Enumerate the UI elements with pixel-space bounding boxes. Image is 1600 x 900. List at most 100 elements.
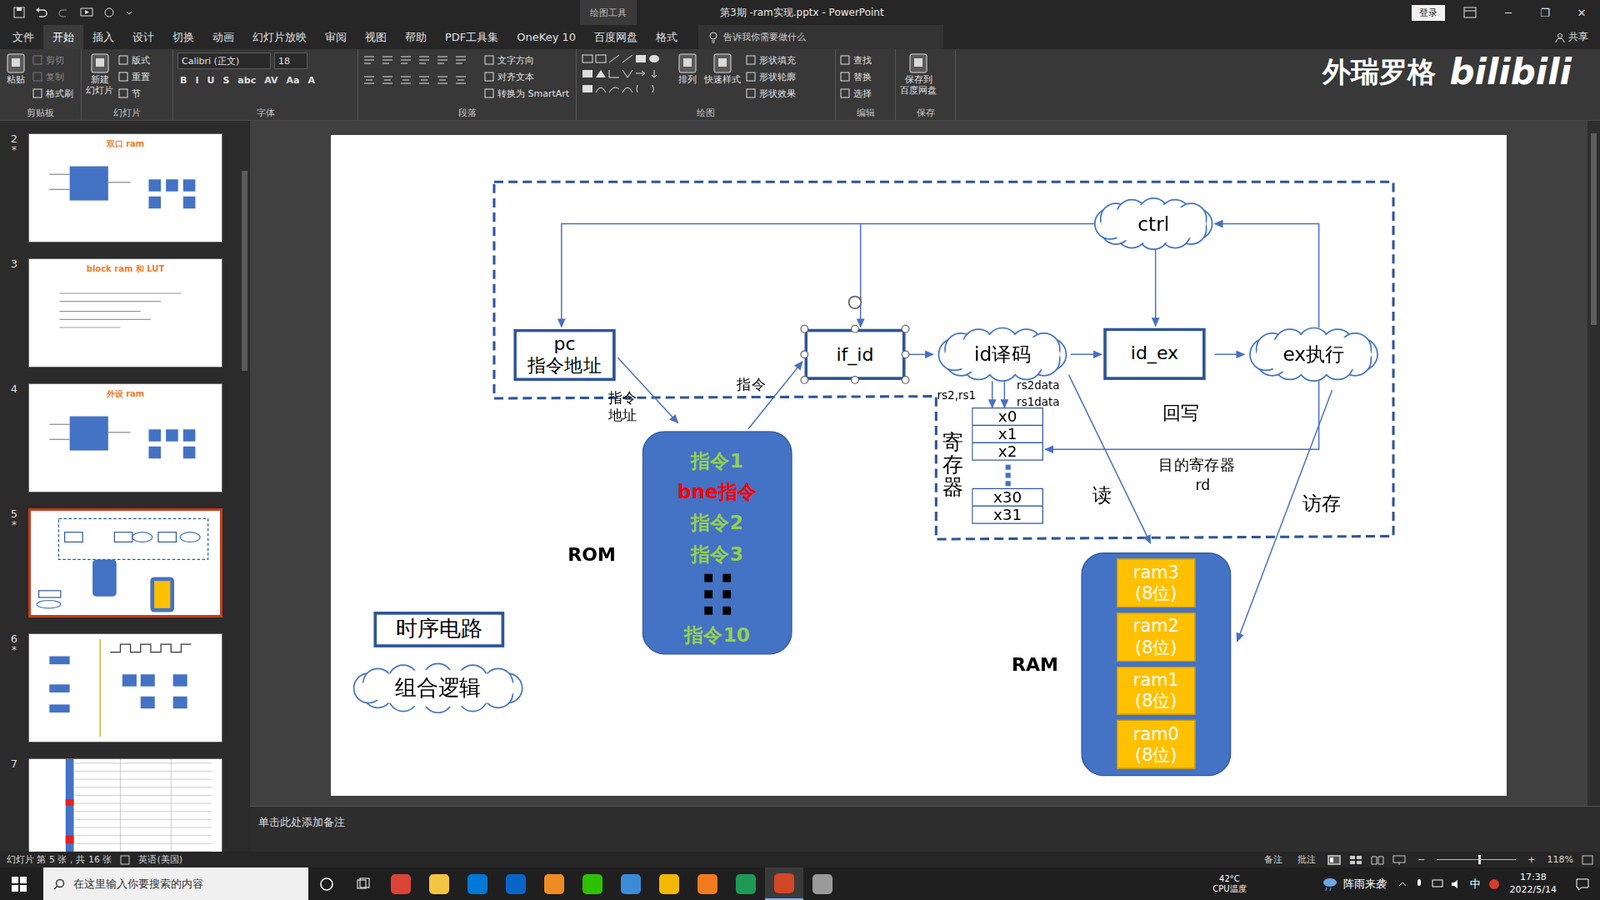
slide-thumbnail[interactable] <box>28 633 223 743</box>
connector-arrow[interactable] <box>1215 354 1245 355</box>
zoom-level[interactable]: 118% <box>1547 854 1574 865</box>
ribbon-large-button[interactable]: 保存到百度网盘 <box>900 52 937 96</box>
microphone-icon[interactable] <box>1414 878 1425 890</box>
logic-cloud[interactable]: ctrl <box>1095 198 1213 250</box>
ribbon-small-button[interactable]: 替换 <box>840 69 872 85</box>
register-box[interactable]: pc 指令地址 <box>513 329 615 381</box>
connector-arrow[interactable] <box>1045 380 1319 450</box>
present-icon[interactable] <box>80 6 94 19</box>
notes-toggle[interactable]: 备注 <box>1260 853 1286 866</box>
notification-icon[interactable] <box>1575 876 1590 892</box>
taskbar-app[interactable] <box>573 867 612 900</box>
connector-arrow[interactable] <box>1215 224 1320 329</box>
logic-cloud[interactable]: id译码 <box>938 327 1066 381</box>
thumbnail-row[interactable]: 7 <box>0 758 240 852</box>
connector-arrow[interactable] <box>1155 249 1156 326</box>
normal-view-icon[interactable] <box>1327 855 1341 865</box>
thumbnails-scrollbar[interactable] <box>239 120 250 852</box>
paragraph-icons[interactable] <box>362 52 480 95</box>
taskbar-app[interactable] <box>803 867 842 900</box>
thumbnail-row[interactable]: 2 * 双口 ram <box>0 133 240 259</box>
customize-icon[interactable] <box>125 6 134 19</box>
connector-arrow[interactable] <box>860 224 861 328</box>
ribbon-large-button[interactable]: 粘贴 <box>4 52 28 85</box>
taskbar-app[interactable] <box>535 867 574 900</box>
redo-icon[interactable] <box>58 6 70 19</box>
register-box[interactable]: id_ex <box>1103 327 1205 380</box>
rom-block[interactable]: 指令1bne指令指令2指令3指令10 <box>642 430 793 655</box>
thumbnail-row[interactable]: 4 外设 ram <box>0 383 240 509</box>
slide-thumbnail[interactable]: 双口 ram <box>28 133 223 243</box>
antivirus-icon[interactable] <box>1488 878 1500 890</box>
ribbon-tab[interactable]: PDF工具集 <box>435 25 508 50</box>
ribbon-tab[interactable]: 格式 <box>646 25 687 50</box>
ribbon-tab[interactable]: 视图 <box>355 25 396 50</box>
ribbon-tab[interactable]: 审阅 <box>315 25 356 50</box>
ribbon-large-button[interactable]: 新建幻灯片 <box>85 52 114 96</box>
ram-block[interactable]: ram3(8位)ram2(8位)ram1(8位)ram0(8位) <box>1080 552 1231 776</box>
font-style-button[interactable]: I <box>192 74 201 87</box>
ribbon-small-button[interactable]: 查找 <box>840 52 872 68</box>
ribbon-small-button[interactable]: 对齐文本 <box>484 69 570 85</box>
ribbon-tab[interactable]: 插入 <box>83 25 124 50</box>
font-style-button[interactable]: AV <box>261 74 280 87</box>
taskbar-app[interactable] <box>765 867 804 900</box>
weather[interactable]: 阵雨来袭 <box>1321 876 1387 892</box>
windows-start-icon[interactable] <box>11 876 27 892</box>
connector-arrow[interactable] <box>1069 375 1151 544</box>
cloud-shape[interactable] <box>354 663 523 713</box>
touch-mode-icon[interactable] <box>103 6 115 19</box>
ribbon-small-button[interactable]: 剪切 <box>32 52 74 68</box>
ribbon-small-button[interactable]: 形状效果 <box>745 85 796 101</box>
taskbar-app[interactable] <box>611 867 650 900</box>
save-icon[interactable] <box>13 6 25 19</box>
task-view-icon[interactable] <box>355 875 372 893</box>
ribbon-small-button[interactable]: 形状轮廓 <box>745 69 796 85</box>
legend-sequential[interactable]: 时序电路 <box>373 611 505 648</box>
zoom-slider[interactable] <box>1436 859 1516 860</box>
ribbon-tab[interactable]: OneKey 10 <box>507 25 585 50</box>
font-style-button[interactable]: B <box>177 74 190 87</box>
connector-arrow[interactable] <box>1004 380 1005 408</box>
window-control-button[interactable]: ❐ <box>1526 0 1564 25</box>
thumbnail-row[interactable]: 6 * <box>0 633 240 759</box>
slide-canvas[interactable]: ctrlid译码ex执行 pc 指令地址if_id id_ex 指令地址指令rs… <box>330 135 1507 796</box>
font-style-button[interactable]: Aa <box>283 74 302 87</box>
ribbon-small-button[interactable]: 格式刷 <box>32 85 74 101</box>
network-icon[interactable] <box>1431 878 1444 890</box>
taskbar-app[interactable] <box>496 867 535 900</box>
undo-icon[interactable] <box>35 6 49 19</box>
ribbon-tab[interactable]: 开始 <box>43 25 84 50</box>
ribbon-small-button[interactable]: 文字方向 <box>484 52 570 68</box>
share-button[interactable]: 共享 <box>1543 25 1600 50</box>
reading-view-icon[interactable] <box>1370 855 1385 865</box>
zoom-in-button[interactable]: + <box>1524 854 1539 865</box>
slide-thumbnail[interactable]: block ram 和 LUT <box>28 258 223 368</box>
cpu-temperature[interactable]: 42°CCPU温度 <box>1212 874 1246 895</box>
slideshow-icon[interactable] <box>1392 855 1406 865</box>
slide-thumbnail[interactable] <box>28 508 223 618</box>
taskbar-app[interactable] <box>650 867 689 900</box>
login-button[interactable]: 登录 <box>1411 5 1445 21</box>
input-method[interactable]: 中 <box>1470 876 1481 892</box>
ribbon-large-button[interactable]: 排列 <box>675 52 700 85</box>
cloud-shape[interactable] <box>1250 327 1378 381</box>
font-style-button[interactable]: A <box>305 74 318 87</box>
thumbnail-row[interactable]: 5 * <box>0 508 240 634</box>
ribbon-small-button[interactable]: 选择 <box>840 85 872 101</box>
font-size-field[interactable]: 18 <box>274 52 308 70</box>
ribbon-tab[interactable]: 动画 <box>203 25 244 50</box>
font-style-button[interactable]: U <box>204 74 217 87</box>
connector-arrow[interactable] <box>907 354 934 355</box>
selection-handles[interactable] <box>330 135 1507 796</box>
ribbon-large-button[interactable]: 快速样式 <box>704 52 741 85</box>
connector-arrow[interactable] <box>561 224 1096 328</box>
sorter-view-icon[interactable] <box>1349 855 1363 865</box>
ribbon-display-icon[interactable] <box>1463 6 1477 19</box>
ribbon-tab[interactable]: 幻灯片放映 <box>243 25 316 50</box>
window-control-button[interactable]: ─ <box>1490 0 1527 25</box>
ribbon-small-button[interactable]: 节 <box>118 85 150 101</box>
connector-arrow[interactable] <box>1237 390 1333 641</box>
taskbar-app[interactable] <box>458 867 497 900</box>
ribbon-tab[interactable]: 切换 <box>163 25 204 50</box>
